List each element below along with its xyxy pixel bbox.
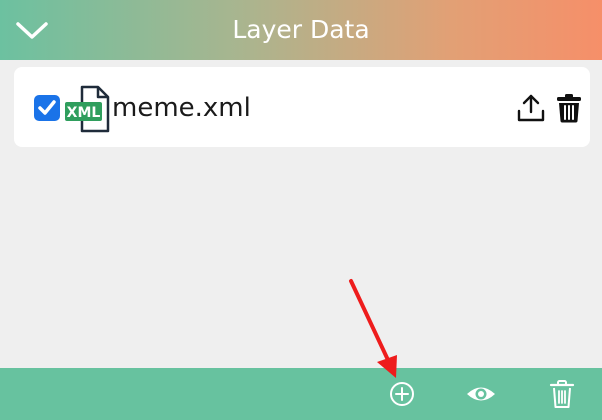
delete-all-layers-button[interactable] [546, 378, 578, 410]
layer-file-name: meme.xml [112, 93, 251, 123]
panel-header: Layer Data [0, 0, 602, 60]
upload-layer-button[interactable] [516, 93, 546, 123]
xml-file-icon: XML [65, 85, 110, 133]
checkmark-icon [38, 100, 56, 115]
layer-data-panel: Layer Data XML meme.xml [0, 0, 602, 420]
upload-icon [517, 94, 545, 122]
panel-title: Layer Data [232, 15, 370, 44]
layer-visibility-checkbox[interactable] [34, 95, 60, 121]
panel-footer-toolbar [0, 368, 602, 420]
delete-layer-button[interactable] [556, 93, 582, 123]
view-layers-button[interactable] [465, 378, 497, 410]
trash-icon [557, 94, 581, 123]
layer-list-item[interactable]: XML meme.xml [14, 67, 590, 147]
eye-icon [467, 387, 495, 401]
trash-icon [549, 380, 575, 408]
file-type-badge: XML [67, 105, 101, 121]
red-arrow-annotation [349, 279, 397, 378]
